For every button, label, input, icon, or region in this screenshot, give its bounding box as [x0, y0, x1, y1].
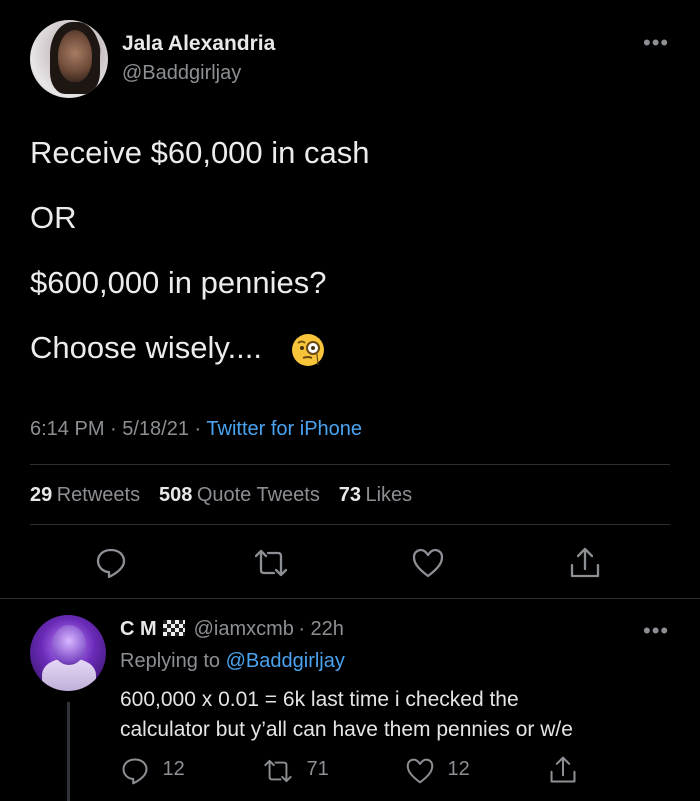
- tweet-timestamp: 6:14 PM · 5/18/21 ·: [30, 418, 207, 440]
- replying-to-handle-link[interactable]: @Baddgirljay: [226, 650, 345, 672]
- author-avatar[interactable]: [30, 20, 108, 98]
- replying-to-row: Replying to @Baddgirljay: [120, 650, 345, 673]
- reply-more-options-icon[interactable]: •••: [643, 618, 669, 644]
- reply-author-handle[interactable]: @iamxcmb: [194, 618, 294, 640]
- reply-author-name[interactable]: C M: [120, 618, 157, 640]
- likes-label[interactable]: Likes: [365, 484, 412, 506]
- reply-author-avatar[interactable]: [30, 615, 106, 691]
- divider-middle: [30, 524, 670, 525]
- retweet-icon[interactable]: [252, 546, 290, 585]
- quote-tweets-label[interactable]: Quote Tweets: [197, 484, 320, 506]
- reply-like-button[interactable]: 12: [405, 757, 470, 785]
- monocle-face-emoji-icon: [290, 332, 326, 368]
- reply-text-line-2: calculator but y’all can have them penni…: [120, 718, 573, 741]
- tweet-source-link[interactable]: Twitter for iPhone: [206, 418, 362, 440]
- reply-replies-count: 12: [162, 758, 185, 781]
- checkered-flag-icon: [163, 620, 186, 636]
- tweet-line-2: OR: [30, 200, 77, 235]
- like-heart-icon[interactable]: [411, 547, 445, 584]
- more-options-icon[interactable]: •••: [643, 30, 669, 56]
- reply-retweet-button[interactable]: 71: [262, 756, 329, 786]
- share-icon[interactable]: [568, 545, 602, 586]
- tweet-line-3: $600,000 in pennies?: [30, 265, 327, 300]
- reply-share-icon[interactable]: [548, 754, 578, 791]
- tweet-stats: 29 Retweets 508 Quote Tweets 73 Likes: [30, 484, 412, 507]
- replying-to-prefix: Replying to: [120, 650, 226, 672]
- likes-count[interactable]: 73: [339, 484, 361, 506]
- reply-retweets-count: 71: [306, 758, 329, 781]
- retweets-label[interactable]: Retweets: [57, 484, 140, 506]
- reply-text-line-1: 600,000 x 0.01 = 6k last time i checked …: [120, 688, 519, 711]
- reply-icon[interactable]: [94, 546, 128, 585]
- author-handle[interactable]: @Baddgirljay: [122, 62, 241, 85]
- thread-line: [67, 702, 70, 801]
- tweet-line-4: Choose wisely....: [30, 330, 263, 365]
- reply-reply-button[interactable]: 12: [120, 756, 185, 786]
- divider-top: [30, 464, 670, 465]
- reply-time: · 22h: [298, 618, 344, 640]
- tweet-timestamp-row: 6:14 PM · 5/18/21 · Twitter for iPhone: [30, 418, 362, 441]
- tweet-line-1: Receive $60,000 in cash: [30, 135, 370, 170]
- author-name[interactable]: Jala Alexandria: [122, 32, 275, 56]
- divider-bottom: [0, 598, 700, 599]
- reply-likes-count: 12: [447, 758, 470, 781]
- quote-tweets-count[interactable]: 508: [159, 484, 192, 506]
- reply-header: C M @iamxcmb · 22h: [120, 618, 344, 641]
- retweets-count[interactable]: 29: [30, 484, 52, 506]
